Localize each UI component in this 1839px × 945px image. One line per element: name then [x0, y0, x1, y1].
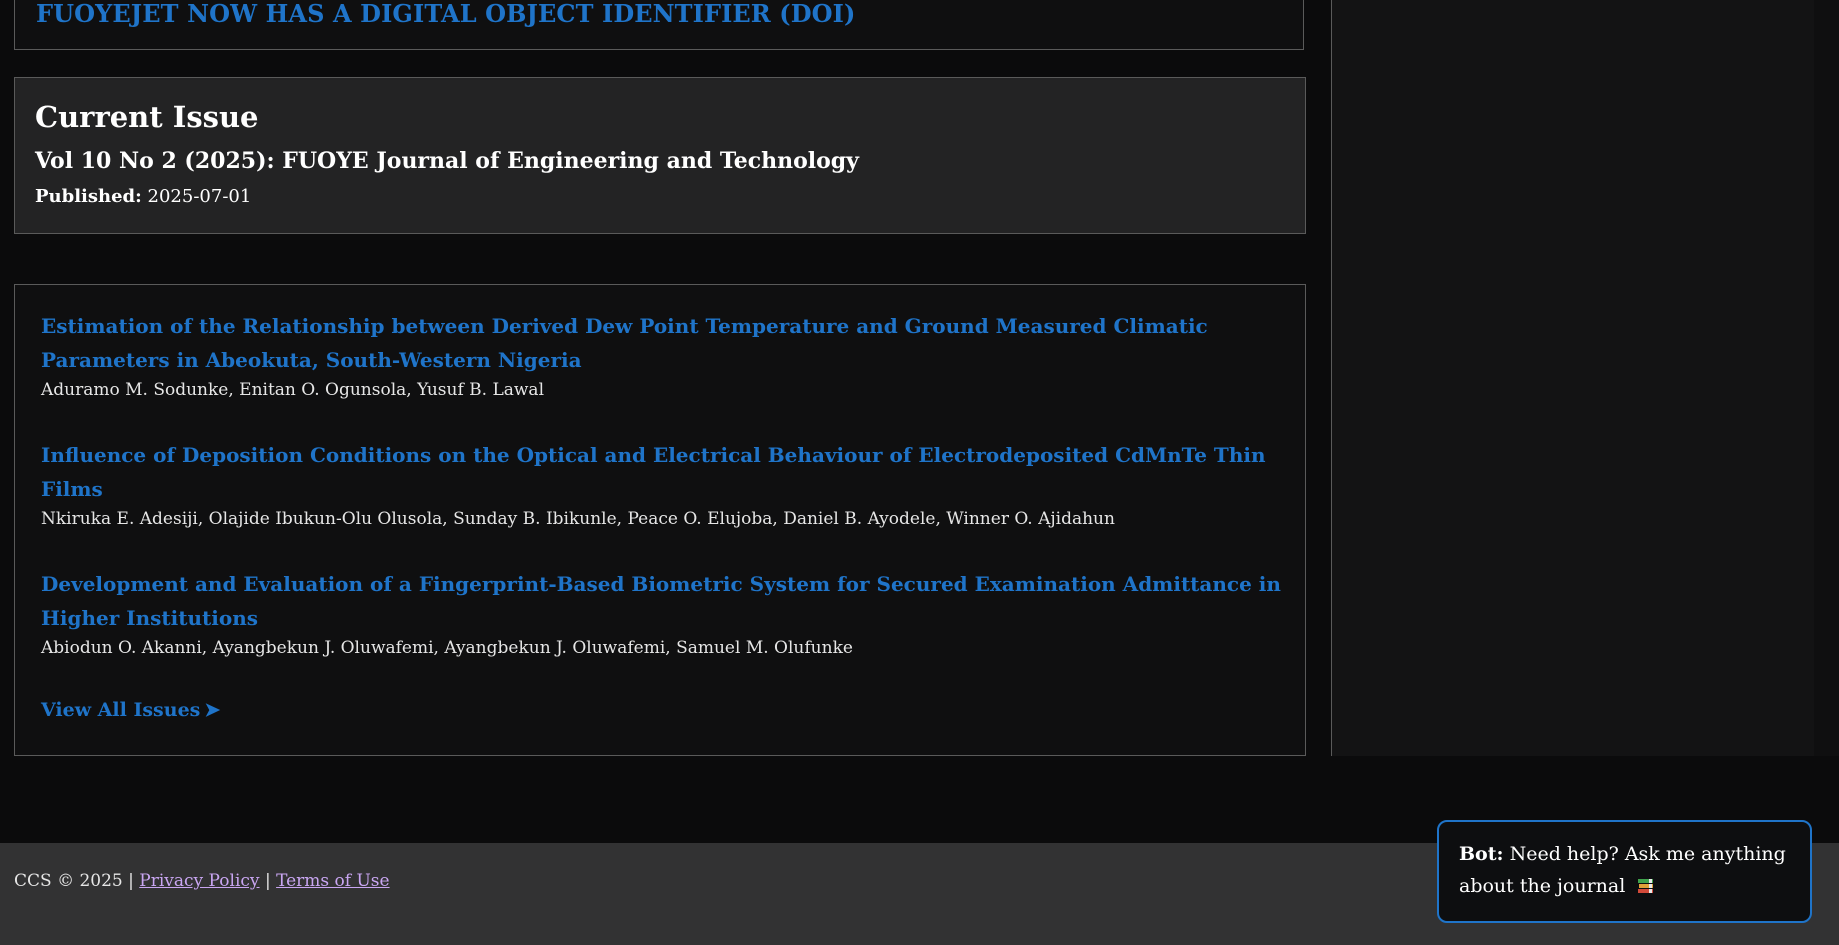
chatbot-bubble[interactable]: Bot: Need help? Ask me anything about th…	[1437, 820, 1812, 923]
issue-volume-title: Vol 10 No 2 (2025): FUOYE Journal of Eng…	[35, 148, 859, 174]
view-all-label: View All Issues	[41, 699, 201, 721]
article-authors: Aduramo M. Sodunke, Enitan O. Ogunsola, …	[41, 380, 545, 400]
published-date: 2025-07-01	[147, 186, 252, 207]
page: FUOYEJET NOW HAS A DIGITAL OBJECT IDENTI…	[0, 0, 1839, 945]
article-authors: Nkiruka E. Adesiji, Olajide Ibukun-Olu O…	[41, 509, 1115, 529]
article-item: Development and Evaluation of a Fingerpr…	[41, 567, 1281, 659]
article-authors: Abiodun O. Akanni, Ayangbekun J. Oluwafe…	[41, 638, 853, 658]
sidebar	[1331, 0, 1814, 756]
articles-list: Estimation of the Relationship between D…	[14, 284, 1306, 756]
footer-text: CCS © 2025 | Privacy Policy | Terms of U…	[14, 871, 390, 891]
article-title-link[interactable]: Development and Evaluation of a Fingerpr…	[41, 567, 1281, 635]
sidebar-edge	[1814, 0, 1839, 756]
privacy-policy-link[interactable]: Privacy Policy	[139, 871, 259, 891]
doi-announcement-link[interactable]: FUOYEJET NOW HAS A DIGITAL OBJECT IDENTI…	[36, 0, 855, 28]
announcement-box: FUOYEJET NOW HAS A DIGITAL OBJECT IDENTI…	[14, 0, 1304, 50]
article-title-link[interactable]: Estimation of the Relationship between D…	[41, 309, 1281, 377]
view-all-issues-link[interactable]: View All Issues ➤	[41, 699, 220, 721]
article-item: Estimation of the Relationship between D…	[41, 309, 1281, 401]
footer-copyright: CCS © 2025 |	[14, 871, 134, 891]
chatbot-speaker: Bot:	[1459, 843, 1504, 865]
footer-separator: |	[264, 871, 271, 891]
published-label: Published:	[35, 186, 142, 207]
article-title-link[interactable]: Influence of Deposition Conditions on th…	[41, 438, 1281, 506]
current-issue-heading: Current Issue	[35, 100, 259, 134]
books-icon	[1637, 872, 1654, 893]
terms-of-use-link[interactable]: Terms of Use	[276, 871, 390, 891]
issue-published: Published: 2025-07-01	[35, 186, 251, 207]
arrow-right-icon: ➤	[204, 699, 221, 721]
article-item: Influence of Deposition Conditions on th…	[41, 438, 1281, 530]
current-issue-box: Current Issue Vol 10 No 2 (2025): FUOYE …	[14, 77, 1306, 234]
chatbot-message: Need help? Ask me anything about the jou…	[1459, 843, 1786, 897]
